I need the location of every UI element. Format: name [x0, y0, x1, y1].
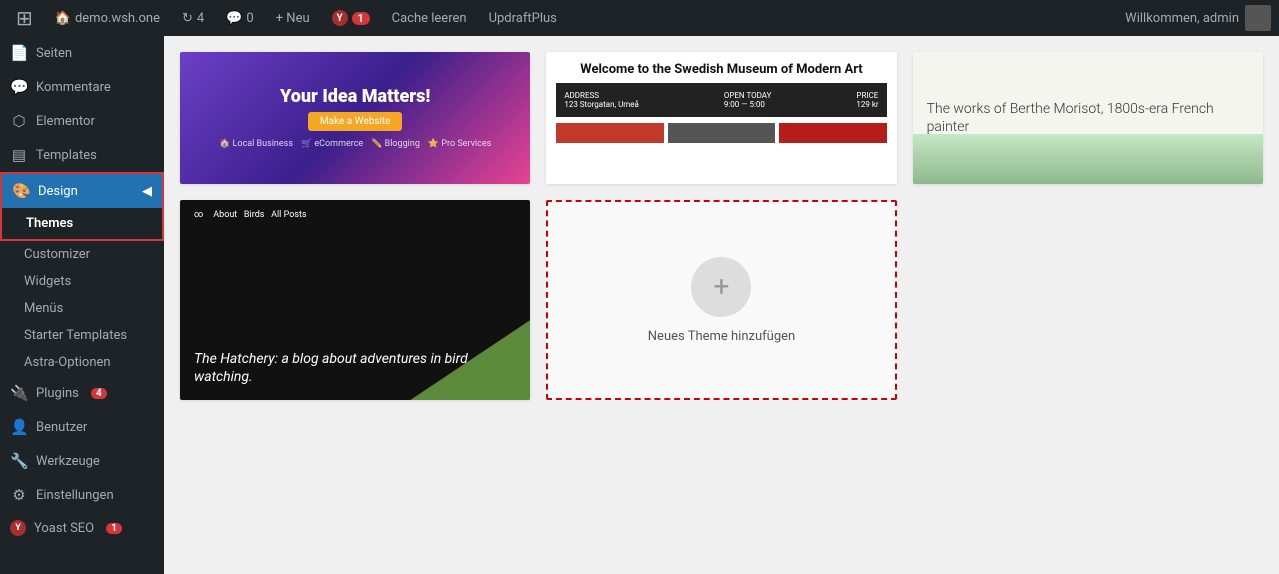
admin-bar: ⊞ 🏠 demo.wsh.one ↻ 4 💬 0 + Neu Y 1 Cache… [0, 0, 1279, 36]
sidebar-item-menus[interactable]: Menüs [0, 295, 164, 322]
updraftplus-item[interactable]: UpdraftPlus [481, 0, 565, 36]
plugins-icon: 🔌 [10, 384, 28, 402]
sidebar-item-benutzer[interactable]: 👤 Benutzer [0, 410, 164, 444]
sidebar-item-elementor[interactable]: ⬡ Elementor [0, 104, 164, 138]
sidebar-item-themes[interactable]: Themes [2, 208, 162, 239]
astra-preview: Your Idea Matters! Make a Website 🏠 Loca… [180, 52, 530, 184]
main-content: Your Idea Matters! Make a Website 🏠 Loca… [164, 36, 1279, 574]
tttw-nav: ∞ About Birds All Posts [194, 210, 307, 220]
sidebar-item-einstellungen[interactable]: ⚙ Einstellungen [0, 478, 164, 512]
yoast-icon: Y [332, 10, 348, 26]
admin-bar-right: Willkommen, admin [1125, 5, 1271, 31]
cache-leeren-item[interactable]: Cache leeren [384, 0, 475, 36]
settings-icon: ⚙ [10, 486, 28, 504]
elementor-icon: ⬡ [10, 112, 28, 130]
theme-card-twenty-twenty-one[interactable]: The works of Berthe Morisot, 1800s-era F… [913, 52, 1263, 184]
tt-header-text: Welcome to the Swedish Museum of Modern … [580, 62, 862, 77]
theme-card-twenty-twenty-two[interactable]: ∞ About Birds All Posts The Hatchery: a … [180, 200, 530, 400]
add-theme-card[interactable]: + Neues Theme hinzufügen [546, 200, 896, 400]
sidebar: 📄 Seiten 💬 Kommentare ⬡ Elementor ▤ Temp… [0, 36, 164, 574]
sidebar-item-yoast-seo[interactable]: Y Yoast SEO 1 [0, 512, 164, 544]
add-theme-label: Neues Theme hinzufügen [648, 329, 795, 344]
wp-logo-icon: ⊞ [16, 6, 33, 30]
tt-block-red [556, 123, 663, 143]
sidebar-item-seiten[interactable]: 📄 Seiten [0, 36, 164, 70]
sidebar-item-kommentare[interactable]: 💬 Kommentare [0, 70, 164, 104]
avatar [1245, 5, 1271, 31]
tt-color-blocks [556, 123, 886, 143]
comments-item[interactable]: 💬 0 [218, 0, 262, 36]
theme-grid: Your Idea Matters! Make a Website 🏠 Loca… [180, 52, 1263, 400]
sidebar-item-werkzeuge[interactable]: 🔧 Werkzeuge [0, 444, 164, 478]
yoast-item[interactable]: Y 1 [324, 0, 378, 36]
new-item[interactable]: + Neu [268, 0, 318, 36]
wp-logo[interactable]: ⊞ [8, 0, 41, 36]
sidebar-item-starter-templates[interactable]: Starter Templates [0, 322, 164, 349]
home-icon: 🏠 [55, 11, 71, 26]
theme-card-twenty-twenty[interactable]: Welcome to the Swedish Museum of Modern … [546, 52, 896, 184]
sidebar-item-templates[interactable]: ▤ Templates [0, 138, 164, 172]
tt-mock-header: ADDRESS123 Storgatan, Umeå OPEN TODAY9:0… [556, 83, 886, 117]
twenty-twenty-preview: Welcome to the Swedish Museum of Modern … [546, 52, 896, 184]
astra-preview-icons: 🏠 Local Business 🛒 eCommerce ✏️ Blogging… [219, 139, 491, 149]
astra-preview-cta: Make a Website [308, 112, 403, 131]
add-theme-plus-icon: + [691, 257, 751, 317]
astra-preview-title: Your Idea Matters! [280, 87, 430, 107]
updates-item[interactable]: ↻ 4 [174, 0, 212, 36]
design-section: 🎨 Design ◀ Themes [0, 172, 164, 241]
site-name[interactable]: 🏠 demo.wsh.one [47, 0, 168, 36]
sidebar-item-design[interactable]: 🎨 Design ◀ [2, 174, 162, 208]
users-icon: 👤 [10, 418, 28, 436]
tto-preview-text: The works of Berthe Morisot, 1800s-era F… [927, 100, 1249, 136]
twenty-twenty-two-preview: ∞ About Birds All Posts The Hatchery: a … [180, 200, 530, 400]
sidebar-item-widgets[interactable]: Widgets [0, 268, 164, 295]
theme-card-astra[interactable]: Your Idea Matters! Make a Website 🏠 Loca… [180, 52, 530, 184]
twenty-twenty-one-preview: The works of Berthe Morisot, 1800s-era F… [913, 52, 1263, 184]
tt-block-darkred [779, 123, 886, 143]
design-icon: 🎨 [12, 182, 30, 200]
comments-nav-icon: 💬 [10, 78, 28, 96]
tt-block-dark [668, 123, 775, 143]
updates-icon: ↻ [182, 11, 193, 26]
tto-gradient [913, 134, 1263, 184]
pages-icon: 📄 [10, 44, 28, 62]
tools-icon: 🔧 [10, 452, 28, 470]
sidebar-item-plugins[interactable]: 🔌 Plugins 4 [0, 376, 164, 410]
yoast-nav-icon: Y [10, 520, 26, 536]
templates-icon: ▤ [10, 146, 28, 164]
wp-admin-layout: 📄 Seiten 💬 Kommentare ⬡ Elementor ▤ Temp… [0, 36, 1279, 574]
sidebar-item-astra-optionen[interactable]: Astra-Optionen [0, 349, 164, 376]
arrow-icon: ◀ [142, 184, 152, 199]
comments-icon: 💬 [226, 11, 242, 26]
sidebar-item-customizer[interactable]: Customizer [0, 241, 164, 268]
